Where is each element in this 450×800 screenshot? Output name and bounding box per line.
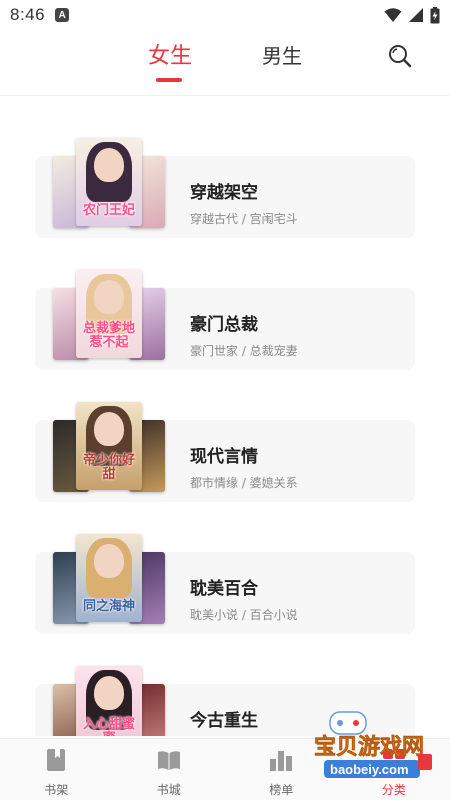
cover-title: 入心甜蜜蜜 [82, 717, 135, 737]
active-tab-indicator [156, 78, 182, 82]
cover-stack: 入心甜蜜蜜 [53, 666, 165, 736]
category-card-bl-gl[interactable]: 同之海神 耽美百合 耽美小说 / 百合小说 [35, 534, 415, 634]
status-time: 8:46 [10, 5, 46, 24]
category-card-time-travel[interactable]: 农门王妃 穿越架空 穿越古代 / 宫闱宅斗 [35, 138, 415, 238]
tab-female[interactable]: 女生 [148, 38, 192, 70]
category-title: 今古重生 [190, 711, 258, 731]
nav-label: 榜单 [269, 783, 294, 797]
battery-icon [430, 6, 440, 23]
top-tab-bar: 女生 男生 [0, 30, 450, 96]
nav-category[interactable]: 分类 [338, 739, 450, 800]
category-title: 耽美百合 [190, 579, 258, 599]
book-cover: 农门王妃 [76, 138, 142, 226]
cover-stack: 帝少你好甜 [53, 402, 165, 502]
cover-stack: 总裁爹地惹不起 [53, 270, 165, 370]
notification-icon: A [55, 8, 70, 22]
book-cover: 帝少你好甜 [76, 402, 142, 490]
wifi-icon [384, 8, 402, 22]
cover-title: 帝少你好甜 [82, 453, 135, 482]
category-subtitle: 耽美小说 / 百合小说 [190, 608, 298, 622]
category-card-rebirth[interactable]: 入心甜蜜蜜 今古重生 [35, 666, 415, 736]
cover-stack: 同之海神 [53, 534, 165, 634]
nav-bookshelf[interactable]: 书架 [0, 739, 113, 800]
bookshelf-icon [47, 749, 66, 771]
category-subtitle: 穿越古代 / 宫闱宅斗 [190, 212, 298, 226]
nav-ranking[interactable]: 榜单 [225, 739, 338, 800]
book-cover: 同之海神 [76, 534, 142, 622]
cover-title: 农门王妃 [82, 203, 135, 218]
signal-icon [409, 8, 423, 22]
cover-stack: 农门王妃 [53, 138, 165, 238]
category-title: 豪门总裁 [190, 315, 258, 335]
category-icon [382, 749, 405, 771]
nav-label: 书城 [156, 783, 181, 797]
nav-bookstore[interactable]: 书城 [113, 739, 226, 800]
category-card-ceo[interactable]: 总裁爹地惹不起 豪门总裁 豪门世家 / 总裁宠妻 [35, 270, 415, 370]
cover-title: 总裁爹地惹不起 [82, 321, 135, 350]
category-card-romance[interactable]: 帝少你好甜 现代言情 都市情缘 / 婆媳关系 [35, 402, 415, 502]
category-subtitle: 都市情缘 / 婆媳关系 [190, 476, 298, 490]
ranking-icon [270, 751, 293, 771]
status-bar: 8:46 A [0, 0, 450, 30]
category-list[interactable]: 农门王妃 穿越架空 穿越古代 / 宫闱宅斗 总裁爹地惹不起 豪门总裁 豪门世家 … [0, 96, 450, 736]
bookstore-icon [157, 751, 180, 770]
search-icon[interactable] [386, 42, 414, 70]
book-cover: 总裁爹地惹不起 [76, 270, 142, 358]
category-subtitle: 豪门世家 / 总裁宠妻 [190, 344, 298, 358]
bottom-navigation: 书架 书城 榜单 分类 [0, 738, 450, 800]
category-title: 现代言情 [190, 447, 258, 467]
cover-title: 同之海神 [82, 599, 135, 614]
nav-label: 书架 [44, 783, 69, 797]
category-title: 穿越架空 [190, 183, 258, 203]
status-indicators [384, 6, 440, 24]
book-cover: 入心甜蜜蜜 [76, 666, 142, 736]
tab-male[interactable]: 男生 [262, 40, 302, 69]
nav-label: 分类 [381, 783, 406, 797]
